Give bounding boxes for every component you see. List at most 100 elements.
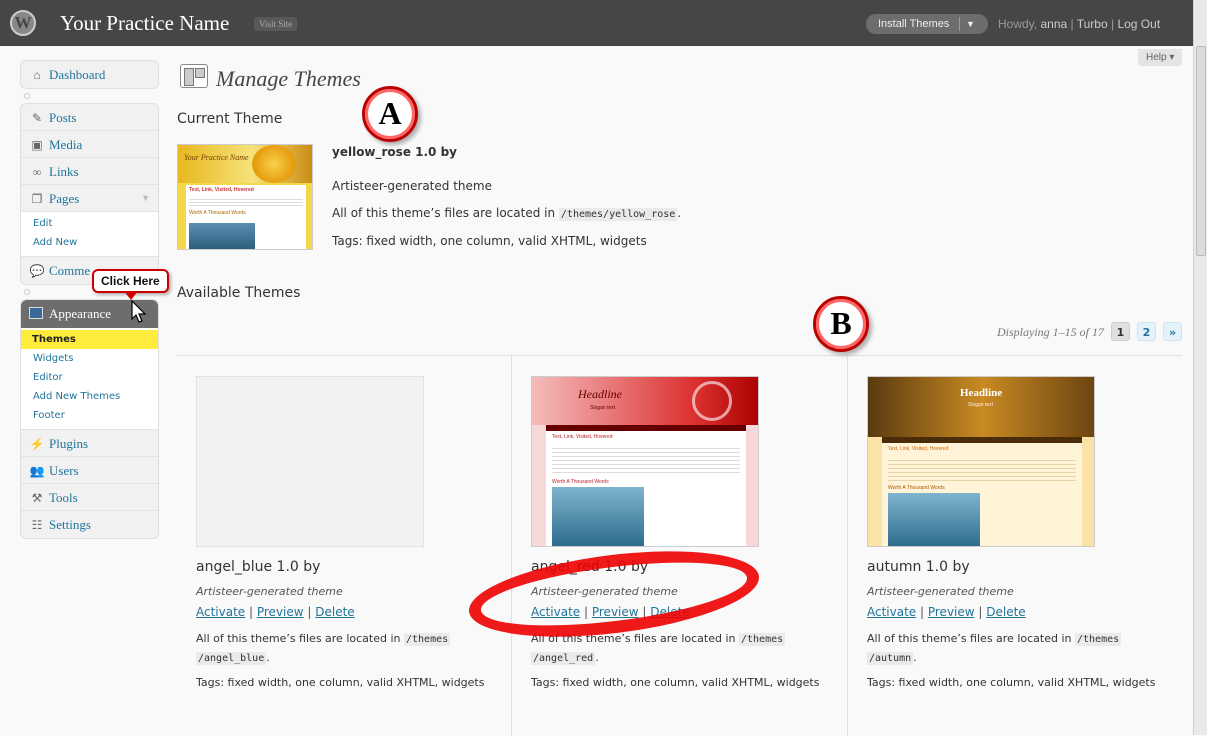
tools-label: Tools bbox=[49, 490, 78, 505]
submenu-widgets[interactable]: Widgets bbox=[21, 349, 158, 368]
yr-content: Text, Link, Visited, Hovered Worth A Tho… bbox=[186, 185, 306, 249]
appearance-label: Appearance bbox=[49, 306, 112, 321]
theme-name: angel_blue 1.0 by bbox=[196, 559, 321, 575]
submenu-add-new-page[interactable]: Add New bbox=[21, 233, 158, 252]
current-theme-description: Artisteer-generated theme bbox=[332, 179, 492, 193]
menu-item-settings[interactable]: ☷ Settings bbox=[21, 511, 158, 538]
admin-header: W Your Practice Name Visit Site Install … bbox=[0, 0, 1193, 46]
autumn-worth: Worth A Thousand Words bbox=[888, 485, 945, 491]
collapse-arrow-icon[interactable]: ▼ bbox=[141, 185, 150, 212]
red-worth: Worth A Thousand Words bbox=[552, 479, 609, 485]
red-subheading: Text, Link, Visited, Hovered bbox=[552, 434, 613, 440]
menu-item-pages[interactable]: ❐ Pages ▼ bbox=[21, 185, 158, 212]
theme-card-angel-red: Headline Slogan text Text, Link, Visited… bbox=[512, 356, 847, 736]
install-themes-button[interactable]: Install Themes ▼ bbox=[866, 14, 988, 34]
delete-link[interactable]: Delete bbox=[315, 605, 354, 619]
autumn-text-lines bbox=[888, 457, 1076, 481]
pages-submenu: Edit Add New bbox=[21, 212, 158, 257]
red-content: Text, Link, Visited, Hovered Worth A Tho… bbox=[546, 431, 746, 546]
theme-path-part2: /angel_red bbox=[531, 652, 596, 665]
submenu-editor[interactable]: Editor bbox=[21, 368, 158, 387]
user-links: Howdy, anna | Turbo | Log Out bbox=[998, 17, 1161, 31]
current-theme-heading: Current Theme bbox=[177, 111, 283, 127]
menu-item-tools[interactable]: ⚒ Tools bbox=[21, 484, 158, 511]
yr-subheading: Text, Link, Visited, Hovered bbox=[189, 187, 254, 193]
theme-tags: Tags: fixed width, one column, valid XHT… bbox=[196, 676, 485, 689]
dashboard-menu-group: ⌂ Dashboard bbox=[20, 60, 159, 89]
logout-link[interactable]: Log Out bbox=[1117, 17, 1160, 31]
menu-item-media[interactable]: ▣ Media bbox=[21, 131, 158, 158]
yr-text-lines bbox=[189, 197, 303, 207]
autumn-screenshot[interactable]: Headline Slogan text Text, Link, Visited… bbox=[867, 376, 1095, 547]
menu-item-users[interactable]: 👥 Users bbox=[21, 457, 158, 484]
wordpress-logo-icon: W bbox=[10, 10, 36, 36]
files-prefix: All of this theme’s files are located in bbox=[867, 632, 1072, 645]
chain-link-icon: ∞ bbox=[32, 165, 42, 179]
files-suffix: . bbox=[595, 651, 599, 664]
appearance-menu-group: Appearance Themes Widgets Editor Add New… bbox=[20, 299, 159, 539]
theme-actions: Activate | Preview | Delete bbox=[867, 605, 1026, 619]
files-suffix: . bbox=[913, 651, 917, 664]
theme-description: Artisteer-generated theme bbox=[196, 585, 343, 598]
pages-icon: ❐ bbox=[31, 192, 43, 206]
help-button[interactable]: Help ▾ bbox=[1138, 49, 1183, 66]
theme-path-part2: /autumn bbox=[867, 652, 914, 665]
annotation-marker-b: B bbox=[813, 296, 869, 352]
submenu-edit-pages[interactable]: Edit bbox=[21, 214, 158, 233]
user-profile-link[interactable]: anna bbox=[1040, 17, 1067, 31]
files-suffix: . bbox=[677, 206, 682, 220]
theme-tags: Tags: fixed width, one column, valid XHT… bbox=[867, 676, 1156, 689]
files-prefix: All of this theme’s files are located in bbox=[196, 632, 401, 645]
current-theme-tags: Tags: fixed width, one column, valid XHT… bbox=[332, 234, 647, 248]
preview-link[interactable]: Preview bbox=[257, 605, 304, 619]
yr-site-title: Your Practice Name bbox=[184, 153, 249, 162]
submenu-themes[interactable]: Themes bbox=[21, 330, 158, 349]
submenu-footer[interactable]: Footer bbox=[21, 406, 158, 425]
scrollbar-thumb[interactable] bbox=[1196, 46, 1206, 256]
pagination: Displaying 1–15 of 17 1 2 » bbox=[997, 322, 1182, 341]
menu-separator[interactable] bbox=[20, 89, 159, 103]
menu-item-dashboard[interactable]: ⌂ Dashboard bbox=[21, 61, 158, 88]
red-boat-image bbox=[552, 487, 644, 546]
submenu-add-new-themes[interactable]: Add New Themes bbox=[21, 387, 158, 406]
mouse-cursor-icon bbox=[131, 300, 147, 323]
angel-red-screenshot[interactable]: Headline Slogan text Text, Link, Visited… bbox=[531, 376, 759, 547]
visit-site-button[interactable]: Visit Site bbox=[254, 17, 298, 31]
menu-item-links[interactable]: ∞ Links bbox=[21, 158, 158, 185]
dropdown-arrow-icon[interactable]: ▼ bbox=[966, 14, 975, 34]
autumn-headline: Headline bbox=[960, 387, 1003, 399]
plugins-label: Plugins bbox=[49, 436, 89, 451]
howdy-text: Howdy, bbox=[998, 17, 1038, 31]
delete-link[interactable]: Delete bbox=[986, 605, 1025, 619]
page-2-button[interactable]: 2 bbox=[1137, 322, 1156, 341]
files-prefix: All of this theme’s files are located in bbox=[332, 206, 556, 220]
angel-blue-screenshot[interactable] bbox=[196, 376, 424, 547]
theme-actions: Activate | Preview | Delete bbox=[196, 605, 355, 619]
theme-name: autumn 1.0 by bbox=[867, 559, 970, 575]
next-page-button[interactable]: » bbox=[1163, 322, 1182, 341]
preview-link[interactable]: Preview bbox=[928, 605, 975, 619]
button-divider bbox=[959, 17, 960, 31]
settings-label: Settings bbox=[49, 517, 91, 532]
theme-files-location: All of this theme’s files are located in… bbox=[867, 630, 1167, 668]
theme-tags: Tags: fixed width, one column, valid XHT… bbox=[531, 676, 820, 689]
current-theme-screenshot: Your Practice Name Text, Link, Visited, … bbox=[177, 144, 313, 250]
install-themes-label: Install Themes bbox=[878, 18, 950, 30]
links-label: Links bbox=[49, 164, 79, 179]
menu-item-posts[interactable]: ✎ Posts bbox=[21, 104, 158, 131]
autumn-content: Text, Link, Visited, Hovered Worth A Tho… bbox=[882, 443, 1082, 546]
annotation-marker-a: A bbox=[362, 86, 418, 142]
menu-item-plugins[interactable]: ⚡ Plugins bbox=[21, 430, 158, 457]
vertical-scrollbar[interactable] bbox=[1193, 0, 1207, 735]
content-menu-group: ✎ Posts ▣ Media ∞ Links ❐ Pages ▼ Edit Add Ne… bbox=[20, 103, 159, 285]
home-icon: ⌂ bbox=[33, 68, 41, 82]
activate-link[interactable]: Activate bbox=[196, 605, 245, 619]
comments-label: Comme bbox=[49, 263, 91, 278]
displaying-count: Displaying 1–15 of 17 bbox=[997, 325, 1104, 339]
current-theme-path: /themes/yellow_rose bbox=[558, 208, 678, 221]
media-label: Media bbox=[49, 137, 83, 152]
current-theme-files: All of this theme’s files are located in… bbox=[332, 206, 682, 221]
turbo-link[interactable]: Turbo bbox=[1077, 17, 1108, 31]
posts-label: Posts bbox=[49, 110, 77, 125]
activate-link[interactable]: Activate bbox=[867, 605, 916, 619]
